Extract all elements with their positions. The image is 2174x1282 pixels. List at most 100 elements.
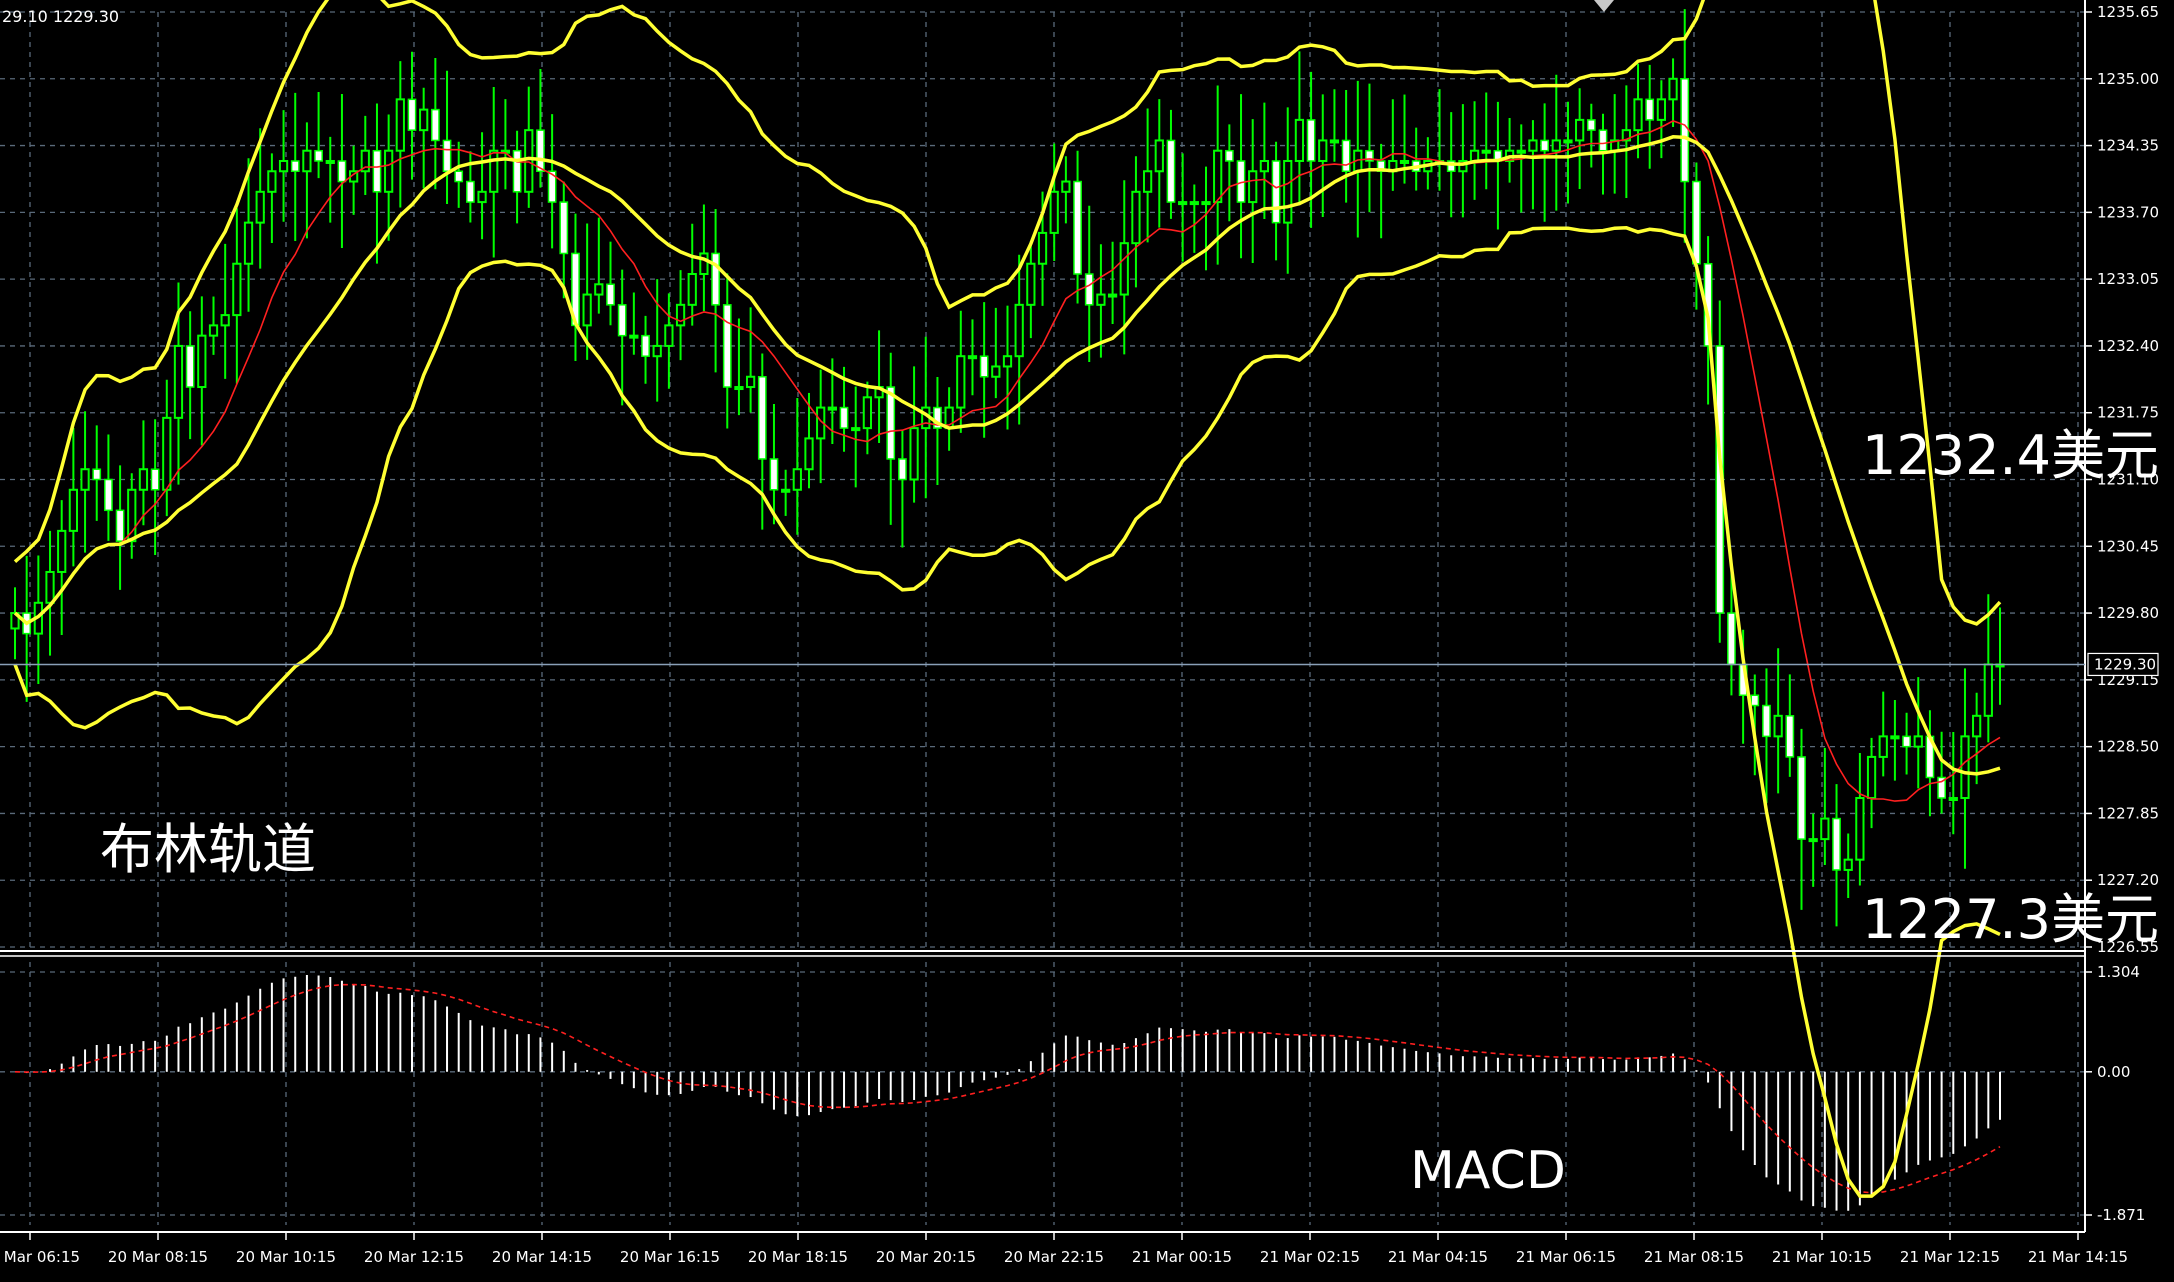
candle-body-bull (1890, 735, 1900, 740)
time-tick-label: 21 Mar 08:15 (1644, 1248, 1744, 1266)
candle-body-bull (1808, 838, 1818, 843)
candle-body-bull (1481, 149, 1491, 154)
candle-body-bull (1318, 139, 1328, 162)
candle-body-bull (1154, 139, 1164, 173)
candle-body-bull (827, 406, 837, 411)
candle-body-bull (232, 262, 242, 317)
candle-body-bear (1540, 139, 1549, 152)
candle-body-bull (1528, 139, 1538, 152)
candle-body-bull (594, 283, 604, 296)
candle-body-bull (477, 190, 487, 204)
candle-body-bear (115, 509, 125, 542)
candle-body-bull (1575, 118, 1585, 142)
candle-body-bear (606, 283, 615, 306)
candle-body-bear (722, 304, 732, 388)
candle-body-bull (734, 386, 744, 391)
time-tick-label: 20 Mar 06:15 (0, 1248, 80, 1266)
candle-body-bull (1014, 303, 1024, 358)
price-tick-label: 1229.80 (2097, 604, 2159, 622)
candle-body-bull (57, 529, 67, 573)
candle-body-bull (197, 334, 207, 389)
candle-body-bull (68, 488, 79, 532)
candle-body-bull (1049, 190, 1059, 234)
candle-body-bull (1131, 190, 1141, 245)
candle-body-bull (1002, 355, 1013, 368)
candle-body-bull (1096, 293, 1106, 306)
candle-body-bear (979, 355, 989, 378)
time-tick-label: 21 Mar 00:15 (1132, 1248, 1232, 1266)
candle-body-bull (1399, 159, 1410, 164)
candle-body-bull (1037, 231, 1048, 265)
candle-body-bear (1166, 139, 1176, 203)
macd-label: MACD (1410, 1141, 1566, 1201)
candle-body-bull (1119, 242, 1129, 296)
candle-body-bull (1855, 797, 1865, 861)
macd-tick-label: -1.871 (2097, 1206, 2145, 1224)
candle-body-bull (489, 149, 499, 193)
candle-body-bull (1668, 77, 1678, 101)
candle-body-bull (1516, 149, 1526, 154)
candle-body-bull (419, 108, 429, 132)
candle-body-bear (454, 170, 464, 183)
time-tick-label: 20 Mar 12:15 (364, 1248, 464, 1266)
candle-body-bull (80, 468, 90, 491)
candle-body-bear (185, 345, 195, 388)
price-tick-label: 1227.85 (2097, 804, 2159, 822)
upper-price-label: 1232.4美元 (1862, 424, 2159, 487)
candle-body-bear (1762, 704, 1771, 738)
candle-body-bull (138, 468, 149, 491)
candle-body-bear (314, 149, 323, 162)
candle-body-bull (220, 314, 230, 327)
candle-body-bear (1797, 756, 1806, 840)
candle-body-bear (1680, 78, 1690, 183)
time-tick-label: 20 Mar 22:15 (1004, 1248, 1104, 1266)
candle-body-bull (1061, 180, 1071, 193)
time-tick-label: 20 Mar 14:15 (492, 1248, 592, 1266)
price-tick-label: 1235.00 (2097, 70, 2159, 88)
trading-chart[interactable]: 1235.65 1235.00 1234.35 1233.70 1233.05 1232.… (0, 0, 2174, 1282)
candle-body-bull (524, 129, 534, 193)
candle-body-bear (1586, 119, 1596, 131)
candle-body-bear (617, 304, 627, 337)
candle-body-bull (302, 149, 312, 173)
price-tick-label: 1227.20 (2097, 871, 2159, 889)
header-info: 29.10 1229.30 (2, 7, 119, 26)
candle-body-bear (104, 478, 113, 512)
time-tick-label: 20 Mar 10:15 (236, 1248, 336, 1266)
candle-body-bull (1960, 735, 1970, 800)
candle-body-bear (757, 376, 767, 460)
candle-body-bull (1563, 139, 1573, 144)
candle-body-bear (1073, 180, 1082, 275)
time-tick-label: 20 Mar 16:15 (620, 1248, 720, 1266)
macd-tick-label: 0.00 (2097, 1063, 2130, 1081)
candle-body-bull (1201, 201, 1211, 206)
candle-body-bear (1692, 180, 1701, 265)
candle-body-bull (1983, 663, 1993, 717)
candle-body-bear (1750, 694, 1760, 707)
candle-body-bull (967, 355, 978, 360)
candle-body-bull (699, 252, 709, 276)
lower-price-label: 1227.3美元 (1862, 888, 2159, 951)
candle-body-bear (898, 458, 907, 481)
candle-body-bull (745, 375, 756, 389)
candle-body-bull (208, 324, 219, 337)
price-tick-label: 1234.35 (2097, 137, 2159, 155)
candle-body-bear (1598, 129, 1608, 152)
candle-body-bull (1026, 262, 1036, 306)
time-tick-label: 20 Mar 08:15 (108, 1248, 208, 1266)
candle-body-bull (629, 334, 639, 339)
candle-body-bull (1656, 98, 1667, 121)
current-price-value: 1229.30 (2094, 655, 2156, 673)
candle-body-bear (372, 149, 382, 193)
candle-body-bear (1785, 715, 1795, 758)
candle-body-bull (851, 427, 861, 432)
candle-body-bull (1213, 149, 1223, 204)
candle-body-bull (804, 437, 814, 471)
time-tick-label: 20 Mar 20:15 (876, 1248, 976, 1266)
candle-body-bear (1341, 139, 1351, 173)
time-tick-label: 21 Mar 02:15 (1260, 1248, 1360, 1266)
price-tick-label: 1233.05 (2097, 270, 2159, 288)
candle-body-bear (559, 201, 569, 255)
candle-body-bear (711, 252, 720, 306)
candle-body-bull (1913, 735, 1923, 748)
